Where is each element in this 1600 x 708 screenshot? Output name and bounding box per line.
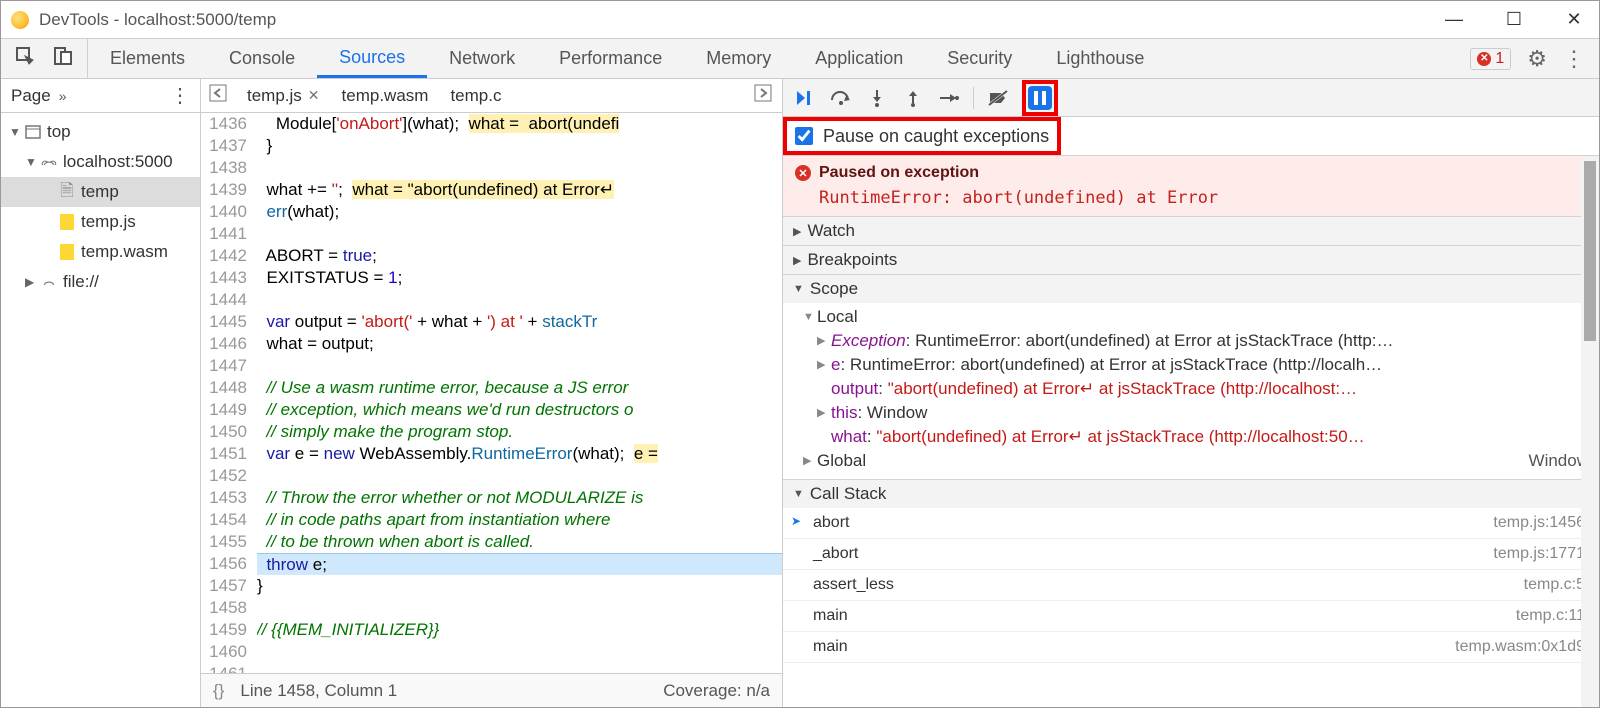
stack-frame[interactable]: _aborttemp.js:1771: [783, 539, 1599, 570]
pause-exceptions-highlight: [1022, 80, 1058, 116]
exception-message: RuntimeError: abort(undefined) at Error: [819, 188, 1587, 208]
window-titlebar: DevTools - localhost:5000/temp — ☐ ✕: [1, 1, 1599, 39]
cursor-position: Line 1458, Column 1: [240, 681, 397, 701]
settings-icon[interactable]: ⚙: [1527, 46, 1547, 72]
breakpoints-section[interactable]: ▶Breakpoints: [783, 245, 1599, 274]
pause-caught-checkbox[interactable]: [795, 127, 813, 145]
step-out-icon[interactable]: [901, 86, 925, 110]
stack-frame[interactable]: assert_lesstemp.c:5: [783, 570, 1599, 601]
devtools-favicon: [11, 11, 29, 29]
scope-var[interactable]: ▶e: RuntimeError: abort(undefined) at Er…: [817, 353, 1589, 377]
step-into-icon[interactable]: [865, 86, 889, 110]
call-stack-list: aborttemp.js:1456_aborttemp.js:1771asser…: [783, 508, 1599, 663]
navigator-menu-icon[interactable]: ⋮: [170, 83, 190, 108]
main-tab-elements[interactable]: Elements: [88, 39, 207, 78]
main-tab-security[interactable]: Security: [925, 39, 1034, 78]
error-icon: ✕: [1477, 52, 1491, 66]
filetab-temp-js[interactable]: temp.js ✕: [243, 86, 324, 106]
scope-var[interactable]: ▶Exception: RuntimeError: abort(undefine…: [817, 329, 1589, 353]
window-title: DevTools - localhost:5000/temp: [39, 10, 276, 30]
pause-caught-label: Pause on caught exceptions: [823, 126, 1049, 147]
error-count: 1: [1495, 50, 1504, 68]
inspect-icon[interactable]: [15, 46, 35, 71]
resume-icon[interactable]: [793, 86, 817, 110]
main-tabstrip: ElementsConsoleSourcesNetworkPerformance…: [1, 39, 1599, 79]
debugger-panel: Pause on caught exceptions ✕ Paused on e…: [783, 79, 1599, 707]
main-tab-lighthouse[interactable]: Lighthouse: [1034, 39, 1166, 78]
maximize-button[interactable]: ☐: [1499, 9, 1529, 30]
code-editor[interactable]: 1436 Module['onAbort'](what); what = abo…: [201, 113, 782, 673]
pretty-print-icon[interactable]: {}: [213, 681, 224, 701]
scope-var[interactable]: output: "abort(undefined) at Error↵ at j…: [817, 377, 1589, 401]
debugger-toolbar: [783, 79, 1599, 117]
tree-file-temp-js[interactable]: temp.js: [1, 207, 200, 237]
main-tab-application[interactable]: Application: [793, 39, 925, 78]
step-icon[interactable]: [937, 86, 961, 110]
navigator-panel: Page » ⋮ ▼ top ▼ localhost:5000 🗎temp te…: [1, 79, 201, 707]
tree-top[interactable]: ▼ top: [1, 117, 200, 147]
page-tab[interactable]: Page: [11, 86, 51, 106]
scope-local: ▼Local ▶Exception: RuntimeError: abort(u…: [783, 303, 1599, 479]
tree-file-scheme[interactable]: ▶ file://: [1, 267, 200, 297]
scope-var[interactable]: ▶this: Window: [817, 401, 1589, 425]
editor-panel: temp.js ✕ temp.wasm temp.c 1436 Module['…: [201, 79, 783, 707]
file-next-icon[interactable]: [754, 84, 774, 107]
close-window-button[interactable]: ✕: [1559, 9, 1589, 30]
stack-frame[interactable]: maintemp.c:11: [783, 601, 1599, 632]
more-icon[interactable]: ⋮: [1563, 46, 1585, 72]
scope-section[interactable]: ▼Scope: [783, 274, 1599, 303]
pause-caught-option-highlight: Pause on caught exceptions: [783, 117, 1061, 155]
close-tab-icon[interactable]: ✕: [308, 87, 320, 104]
scrollbar[interactable]: [1581, 157, 1599, 707]
tree-file-temp-wasm[interactable]: temp.wasm: [1, 237, 200, 267]
filetab-temp-c[interactable]: temp.c: [446, 86, 505, 106]
main-tab-performance[interactable]: Performance: [537, 39, 684, 78]
device-toggle-icon[interactable]: [53, 46, 73, 71]
tree-host[interactable]: ▼ localhost:5000: [1, 147, 200, 177]
deactivate-breakpoints-icon[interactable]: [986, 86, 1010, 110]
filetab-temp-wasm[interactable]: temp.wasm: [338, 86, 433, 106]
main-tab-sources[interactable]: Sources: [317, 39, 427, 78]
main-tab-memory[interactable]: Memory: [684, 39, 793, 78]
pause-exceptions-icon[interactable]: [1028, 86, 1052, 110]
paused-banner: ✕ Paused on exception RuntimeError: abor…: [783, 155, 1599, 216]
minimize-button[interactable]: —: [1439, 9, 1469, 30]
callstack-section[interactable]: ▼Call Stack: [783, 479, 1599, 508]
step-over-icon[interactable]: [829, 86, 853, 110]
file-nav-icon[interactable]: [209, 84, 229, 107]
stack-frame[interactable]: aborttemp.js:1456: [783, 508, 1599, 539]
stack-frame[interactable]: maintemp.wasm:0x1d9: [783, 632, 1599, 663]
page-more-icon[interactable]: »: [59, 88, 67, 104]
watch-section[interactable]: ▶Watch: [783, 216, 1599, 245]
main-tab-network[interactable]: Network: [427, 39, 537, 78]
tree-file-temp[interactable]: 🗎temp: [1, 177, 200, 207]
scope-var[interactable]: what: "abort(undefined) at Error↵ at jsS…: [817, 425, 1589, 449]
coverage-info: Coverage: n/a: [663, 681, 770, 701]
main-tab-console[interactable]: Console: [207, 39, 317, 78]
editor-statusbar: {} Line 1458, Column 1 Coverage: n/a: [201, 673, 782, 707]
exception-icon: ✕: [795, 165, 811, 181]
error-badge[interactable]: ✕ 1: [1470, 48, 1511, 70]
